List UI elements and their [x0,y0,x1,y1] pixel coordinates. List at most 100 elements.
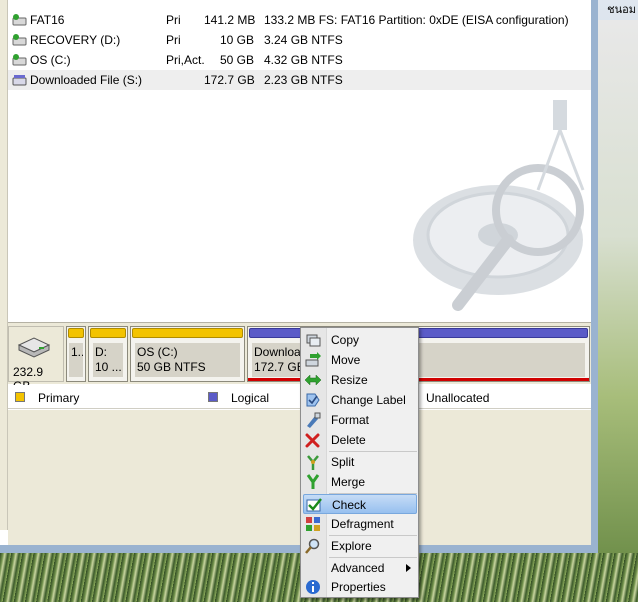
partition-capacity: 141.2 MB [204,13,256,27]
menu-item-label: Defragment [331,517,394,531]
menu-item-label: Explore [331,539,372,553]
disk-segment-os[interactable]: OS (C:) 50 GB NTFS [130,326,245,382]
menu-item-label: Properties [331,580,386,594]
partition-info: NTFS [311,33,343,47]
desktop-wallpaper-right [598,20,638,560]
legend-unallocated: Unallocated [403,391,523,405]
legend-swatch-primary [15,392,25,402]
segment-label: 1.. [69,343,83,377]
partition-context-menu: Copy Move Resize Change Label Format Del… [300,327,419,598]
partition-list[interactable]: FAT16 Pri 141.2 MB 133.2 MB FS: FAT16 Pa… [8,0,591,318]
menu-item-label: Split [331,455,355,469]
legend-label-logical: Logical [231,391,270,405]
partition-name: OS (C:) [30,53,71,67]
partition-icon [12,34,27,46]
menu-item-check[interactable]: Check [303,494,417,514]
menu-item-resize[interactable]: Resize [303,370,417,390]
legend-label-primary: Primary [38,391,80,405]
window-content: FAT16 Pri 141.2 MB 133.2 MB FS: FAT16 Pa… [0,0,591,545]
segment-line1: OS (C:) [137,345,178,359]
menu-item-label: Check [332,498,367,512]
menu-item-copy[interactable]: Copy [303,330,417,350]
partition-info: FS: FAT16 Partition: 0xDE (EISA configur… [318,13,569,27]
partition-icon [12,54,27,66]
menu-item-defragment[interactable]: Defragment [303,514,417,534]
menu-item-delete[interactable]: Delete [303,430,417,450]
partition-free-value: 3.24 GB [264,33,309,47]
partition-free: 2.23 GB NTFS [264,70,343,90]
partition-capacity: 172.7 GB [204,73,255,87]
partition-capacity: 10 GB [219,33,254,47]
menu-item-label: Advanced [331,561,385,575]
disk-0-block[interactable]: 232.9 GB [8,326,64,393]
menu-item-split[interactable]: Split [303,452,417,472]
menu-item-label: Merge [331,475,366,489]
desktop-corner-text: ชนอม [607,3,636,16]
partition-row-downloaded[interactable]: Downloaded File (S:) 172.7 GB 2.23 GB NT… [8,70,591,90]
partition-info: NTFS [311,73,343,87]
legend-swatch-logical [208,392,218,402]
partition-free: 133.2 MB FS: FAT16 Partition: 0xDE (EISA… [264,10,569,30]
partition-row-os[interactable]: OS (C:) Pri,Act. 50 GB 4.32 GB NTFS [8,50,591,70]
partition-free: 4.32 GB NTFS [264,50,343,70]
resize-icon [305,374,321,386]
menu-item-format[interactable]: Format [303,410,417,430]
menu-item-merge[interactable]: Merge [303,472,417,492]
menu-item-label: Delete [331,433,366,447]
split-icon [307,455,319,470]
partition-type: Pri [166,13,181,27]
segment-label: D: 10 ... [93,343,123,377]
submenu-arrow-icon [406,564,411,572]
explore-icon [305,538,320,554]
partition-info: NTFS [311,53,343,67]
segment-bar-primary [68,328,84,338]
menu-item-move[interactable]: Move [303,350,417,370]
partition-name: RECOVERY (D:) [30,33,121,47]
segment-bar-primary [90,328,126,338]
menu-item-properties[interactable]: Properties [303,577,417,597]
partition-name: FAT16 [30,13,65,27]
merge-icon [306,474,320,489]
change-label-icon [306,393,320,407]
partition-free: 3.24 GB NTFS [264,30,343,50]
partition-name: Downloaded File (S:) [30,73,143,87]
check-icon [306,498,322,512]
partition-type: Pri [166,33,181,47]
menu-item-change-label[interactable]: Change Label [303,390,417,410]
menu-item-label: Copy [331,333,360,347]
move-icon [305,352,321,367]
hard-disk-icon [17,337,51,358]
menu-item-label: Change Label [331,393,406,407]
disk-segment-fat16[interactable]: 1.. [66,326,86,382]
partition-free-value: 2.23 GB [264,73,309,87]
segment-line2: 10 ... [95,360,122,374]
menu-item-advanced[interactable]: Advanced [303,558,417,578]
menu-item-explore[interactable]: Explore [303,536,417,556]
partition-icon [12,14,27,26]
disk-segment-recovery[interactable]: D: 10 ... [88,326,128,382]
partition-manager-window: FAT16 Pri 141.2 MB 133.2 MB FS: FAT16 Pa… [0,0,598,553]
copy-icon [306,334,321,347]
partition-type: Pri,Act. [166,53,205,67]
segment-line2: 50 GB NTFS [137,360,206,374]
legend-primary: Primary [15,391,135,405]
menu-item-label: Move [331,353,361,367]
partition-row-recovery[interactable]: RECOVERY (D:) Pri 10 GB 3.24 GB NTFS [8,30,591,50]
menu-item-label: Resize [331,373,368,387]
segment-label: OS (C:) 50 GB NTFS [135,343,240,377]
left-panel-edge [0,0,8,530]
properties-icon [306,580,320,594]
partition-row-fat16[interactable]: FAT16 Pri 141.2 MB 133.2 MB FS: FAT16 Pa… [8,10,591,30]
defragment-icon [306,517,320,531]
partition-free-value: 133.2 MB [264,13,316,27]
partition-free-value: 4.32 GB [264,53,309,67]
partition-capacity: 50 GB [219,53,254,67]
delete-icon [305,433,320,448]
segment-bar-primary [132,328,243,338]
partition-icon [12,75,27,86]
menu-item-label: Format [331,413,370,427]
hard-disk-watermark-icon [413,100,585,311]
legend-label-unallocated: Unallocated [426,391,490,405]
segment-line1: D: [95,345,107,359]
format-icon [307,412,321,428]
